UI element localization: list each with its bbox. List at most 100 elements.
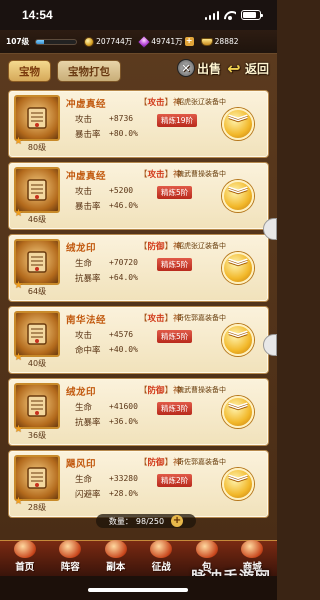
chevron-down-icon: ︾ [228,475,248,491]
treasure-art-icon [27,395,47,417]
treasure-card[interactable]: ★ 36级 绒龙印 【防御】神 魏武曹操装备中 生命 +41600 抗暴率 +3… [8,378,269,446]
expand-button[interactable]: ︾ [222,468,254,500]
header-actions: ✕ 出售 ↩ 返回 [176,58,269,78]
treasure-thumbnail[interactable] [14,239,60,285]
treasure-card[interactable]: ★ 28级 飓风印 【防御】神 奇佐郭嘉装备中 生命 +33280 闪避率 +2… [8,450,269,518]
tab-treasure[interactable]: 宝物 [8,60,51,82]
stat-value: +70720 [109,258,138,267]
count-value: 98/250 [135,516,165,526]
treasure-card[interactable]: ★ 64级 绒龙印 【防御】神 昭虎张辽装备中 生命 +70720 抗暴率 +6… [8,234,269,302]
treasure-thumbnail[interactable] [14,311,60,357]
stat-name: 生命 [75,258,93,269]
back-button[interactable]: ↩ 返回 [225,58,269,78]
star-icon: ★ [14,424,23,435]
treasure-level-text: 36级 [27,431,47,440]
add-gems-button[interactable]: + [184,37,194,46]
expand-button[interactable]: ︾ [222,324,254,356]
coin-icon [84,36,95,47]
equipped-by: 昭虎张辽装备中 [177,98,226,106]
expand-button[interactable]: ︾ [222,252,254,284]
exp-bar [35,38,78,45]
battery-icon [241,10,263,20]
treasure-card[interactable]: ★ 40级 南华法经 【攻击】神 奇佐郭嘉装备中 攻击 +4576 命中率 +4… [8,306,269,374]
wifi-icon [224,11,236,20]
back-arrow-icon: ↩ [227,58,241,78]
treasure-level: ★ 36级 [14,424,60,441]
sell-label: 出售 [196,61,221,76]
type-prefix: 【 [139,170,148,180]
type-prefix: 【 [139,386,148,396]
treasure-name: 冲虚真经 [66,171,107,182]
home-indicator[interactable] [88,588,188,592]
chevron-down-icon: ︾ [228,403,248,419]
treasure-thumbnail[interactable] [14,383,60,429]
gem-value: 49741万 [151,37,183,46]
stat-name: 攻击 [75,330,93,341]
expand-button[interactable]: ︾ [222,108,254,140]
expand-button[interactable]: ︾ [222,180,254,212]
stat-name: 生命 [75,402,93,413]
stat-row: 暴击率 +80.0% [75,126,151,141]
tab-treasure-pack[interactable]: 宝物打包 [57,60,121,82]
ingot-icon [200,37,213,46]
treasure-name: 南华法经 [66,315,107,326]
stat-name: 攻击 [75,114,93,125]
treasure-level: ★ 80级 [14,136,60,153]
stat-row: 攻击 +5200 [75,183,151,198]
treasure-level: ★ 28级 [14,496,60,513]
type-value: 攻击 [147,170,165,180]
nav-item[interactable]: 副本 [96,540,136,573]
stat-row: 抗暴率 +36.0% [75,414,151,429]
cellular-signal-icon [204,10,219,20]
treasure-art-icon [27,251,47,273]
nav-item[interactable]: 阵容 [50,540,90,573]
treasure-stats: 攻击 +5200 暴击率 +46.0% [75,183,151,213]
refine-badge: 精炼5阶 [157,330,193,343]
stat-row: 生命 +41600 [75,399,151,414]
coin-value: 207744万 [96,37,133,46]
nav-icon [195,540,218,558]
type-value: 防御 [147,242,165,252]
expand-button[interactable]: ︾ [222,396,254,428]
refine-badge: 精炼5阶 [157,186,193,199]
stat-row: 攻击 +4576 [75,327,151,342]
stat-row: 命中率 +40.0% [75,342,151,357]
treasure-level: ★ 64级 [14,280,60,297]
stat-value: +64.0% [109,273,138,282]
treasure-card[interactable]: ★ 46级 冲虚真经 【攻击】神 魏武曹操装备中 攻击 +5200 暴击率 +4… [8,162,269,230]
treasure-art-icon [27,323,47,345]
gem-icon [138,35,150,48]
refine-badge: 精炼5阶 [157,258,193,271]
stat-name: 生命 [75,474,93,485]
treasure-thumbnail[interactable] [14,95,60,141]
expand-inventory-button[interactable]: + [171,515,184,527]
treasure-stats: 生命 +41600 抗暴率 +36.0% [75,399,151,429]
stat-value: +28.0% [109,489,138,498]
player-level: 107级 [6,37,30,46]
treasure-thumbnail[interactable] [14,455,60,501]
star-icon: ★ [14,208,23,219]
treasure-stats: 生命 +33280 闪避率 +28.0% [75,471,151,501]
refine-badge: 精炼3阶 [157,402,193,415]
equipped-by: 魏武曹操装备中 [177,170,226,178]
treasure-stats: 攻击 +4576 命中率 +40.0% [75,327,151,357]
nav-label: 征战 [151,562,171,573]
stat-value: +33280 [109,474,138,483]
stat-value: +8736 [109,114,134,123]
treasure-card[interactable]: ★ 80级 冲虚真经 【攻击】神 昭虎张辽装备中 攻击 +8736 暴击率 +8… [8,90,269,158]
nav-icon [59,540,82,558]
treasure-type: 【攻击】神 [139,312,182,324]
nav-item[interactable]: 首页 [5,540,45,573]
treasure-thumbnail[interactable] [14,167,60,213]
stat-value: +41600 [109,402,138,411]
nav-item[interactable]: 征战 [141,540,181,573]
sell-icon: ✕ [176,59,195,77]
treasure-type: 【防御】神 [139,384,182,396]
equipped-by: 奇佐郭嘉装备中 [177,458,226,466]
gem-resource: 49741万 + [138,35,194,48]
star-icon: ★ [14,496,23,507]
stat-value: +80.0% [109,129,138,138]
treasure-type: 【攻击】神 [139,168,182,180]
status-bar: 14:54 [0,0,277,30]
sell-button[interactable]: ✕ 出售 [176,59,221,77]
